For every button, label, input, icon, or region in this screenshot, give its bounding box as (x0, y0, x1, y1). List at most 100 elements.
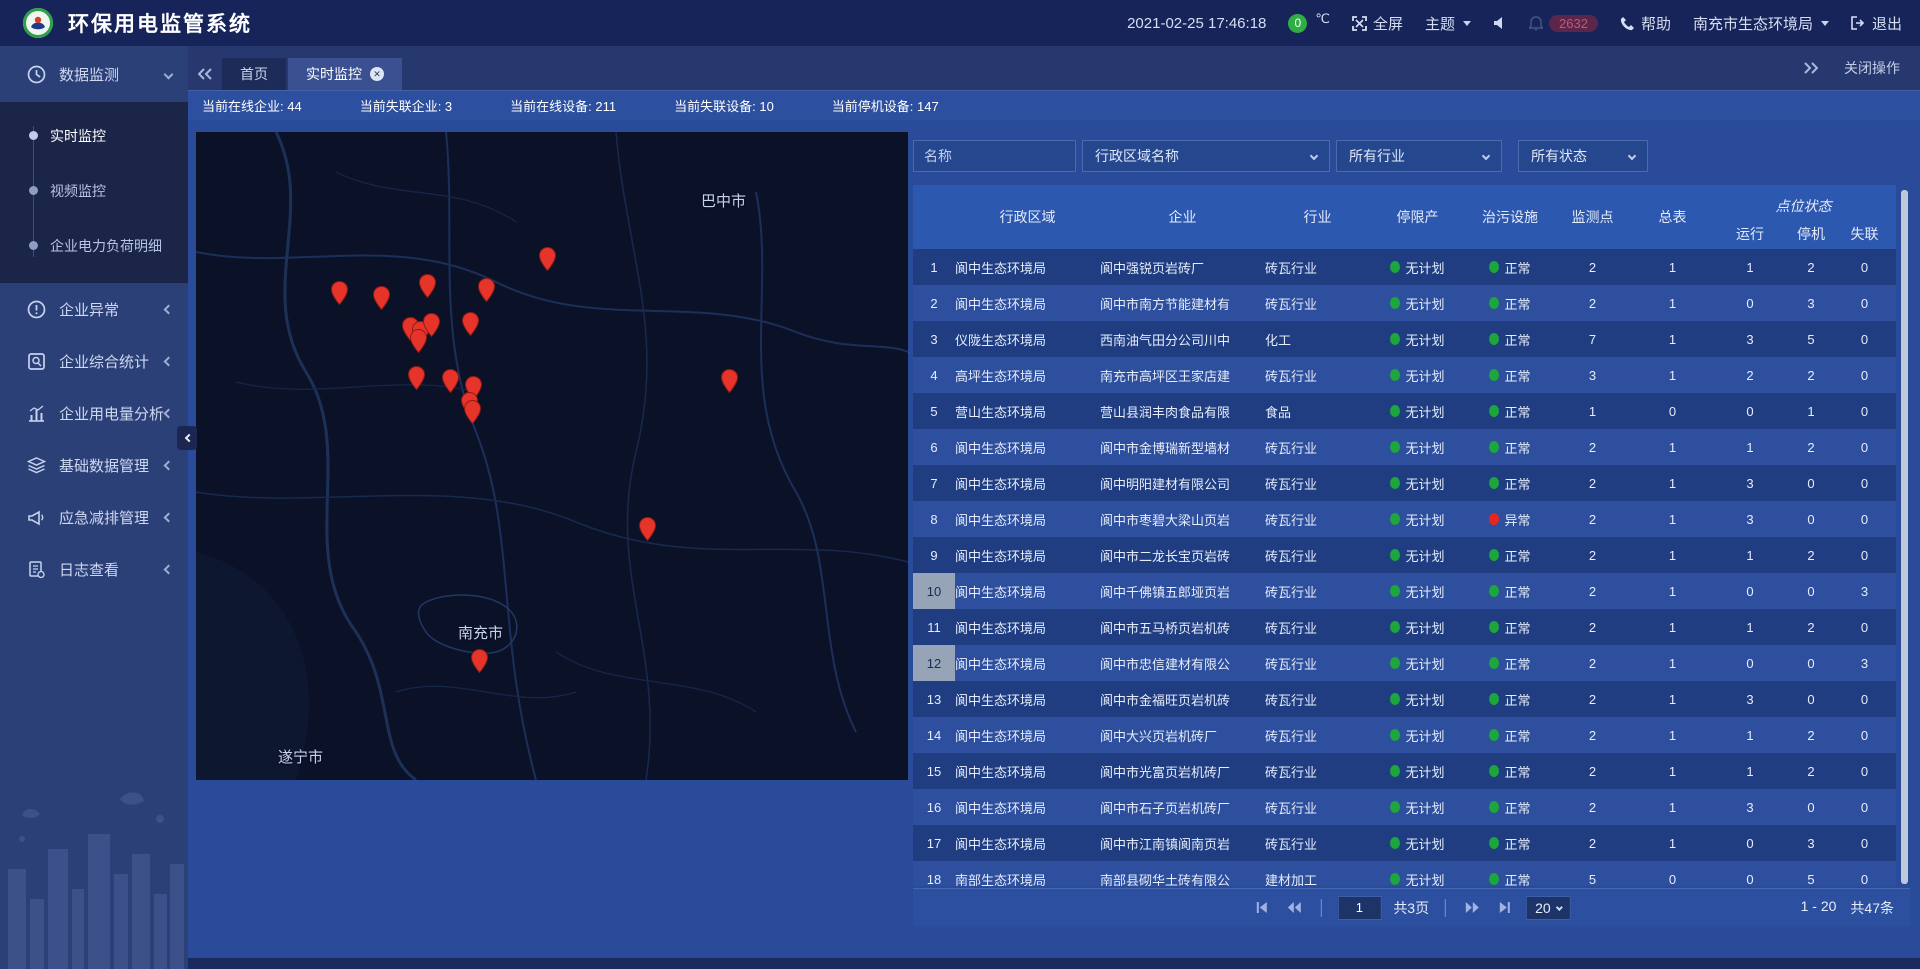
map-pin[interactable] (464, 400, 481, 424)
region-filter-select[interactable]: 行政区域名称 (1082, 140, 1330, 172)
sidebar-item-enterprise-statistics[interactable]: 企业综合统计 (0, 335, 188, 387)
map-panel[interactable]: 巴中市南充市遂宁市 (196, 132, 908, 780)
col-stopped: 停机 (1785, 218, 1837, 249)
table-row[interactable]: 11阆中生态环境局阆中市五马桥页岩机砖砖瓦行业无计划正常21120 (913, 609, 1896, 645)
name-filter-input[interactable] (913, 140, 1076, 172)
cell-industry: 食品 (1265, 393, 1370, 429)
map-pin[interactable] (410, 329, 427, 353)
table-row[interactable]: 9阆中生态环境局阆中市二龙长宝页岩砖砖瓦行业无计划正常21120 (913, 537, 1896, 573)
tabs-scroll-left-button[interactable] (188, 58, 222, 90)
table-row[interactable]: 10阆中生态环境局阆中千佛镇五郎垭页岩砖瓦行业无计划正常21003 (913, 573, 1896, 609)
table-row[interactable]: 13阆中生态环境局阆中市金福旺页岩机砖砖瓦行业无计划正常21300 (913, 681, 1896, 717)
first-page-button[interactable] (1252, 898, 1272, 918)
table-row[interactable]: 16阆中生态环境局阆中市石子页岩机砖厂砖瓦行业无计划正常21300 (913, 789, 1896, 825)
table-row[interactable]: 15阆中生态环境局阆中市光富页岩机砖厂砖瓦行业无计划正常21120 (913, 753, 1896, 789)
table-row[interactable]: 4高坪生态环境局南充市高坪区王家店建砖瓦行业无计划正常31220 (913, 357, 1896, 393)
cell-company: 阆中市金博瑞新型墙材 (1100, 429, 1265, 465)
map-pin[interactable] (331, 281, 348, 305)
sidebar-item-video-monitoring[interactable]: 视频监控 (0, 163, 188, 218)
cell-stopped: 2 (1785, 753, 1837, 789)
status-dot (1390, 801, 1400, 813)
map-pin[interactable] (539, 247, 556, 271)
collapse-sidebar-button[interactable] (177, 426, 197, 450)
sidebar-item-data-monitoring[interactable]: 数据监测 (0, 46, 188, 102)
map-pin[interactable] (471, 649, 488, 673)
logout-button[interactable]: 退出 (1851, 13, 1902, 34)
table-row[interactable]: 7阆中生态环境局阆中明阳建材有限公司砖瓦行业无计划正常21300 (913, 465, 1896, 501)
header-bar: 环保用电监管系统 2021-02-25 17:46:18 0 ℃ 全屏 主题 (0, 0, 1920, 46)
cell-stopped: 2 (1785, 609, 1837, 645)
mute-button[interactable] (1493, 16, 1507, 30)
map-pin[interactable] (442, 369, 459, 393)
map-pin[interactable] (373, 286, 390, 310)
col-limit-production: 停限产 (1370, 185, 1465, 249)
double-chevron-right-icon[interactable] (1804, 62, 1818, 74)
map-pin[interactable] (721, 369, 738, 393)
map-pin[interactable] (462, 312, 479, 336)
cell-company: 阆中强锐页岩砖厂 (1100, 249, 1265, 285)
sidebar-item-log-view[interactable]: 日志查看 (0, 543, 188, 595)
cell-stopped: 2 (1785, 429, 1837, 465)
table-row[interactable]: 5营山生态环境局营山县润丰肉食品有限食品无计划正常10010 (913, 393, 1896, 429)
table-row[interactable]: 6阆中生态环境局阆中市金博瑞新型墙材砖瓦行业无计划正常21120 (913, 429, 1896, 465)
table-row[interactable]: 17阆中生态环境局阆中市江南镇阆南页岩砖瓦行业无计划正常21030 (913, 825, 1896, 861)
industry-filter-select[interactable]: 所有行业 (1336, 140, 1502, 172)
sidebar-item-emergency-reduction[interactable]: 应急减排管理 (0, 491, 188, 543)
org-menu[interactable]: 南充市生态环境局 (1693, 13, 1829, 34)
cell-total-meters: 1 (1630, 501, 1715, 537)
chevron-left-icon (164, 512, 174, 522)
table-row[interactable]: 2阆中生态环境局阆中市南方节能建材有砖瓦行业无计划正常21030 (913, 285, 1896, 321)
cell-company: 阆中大兴页岩机砖厂 (1100, 717, 1265, 753)
cell-total-meters: 1 (1630, 429, 1715, 465)
cell-company: 南充市高坪区王家店建 (1100, 357, 1265, 393)
table-scrollbar[interactable] (1901, 190, 1908, 884)
last-page-button[interactable] (1494, 898, 1514, 918)
cell-running: 1 (1715, 249, 1785, 285)
map-pin[interactable] (408, 366, 425, 390)
page-input[interactable] (1337, 896, 1381, 920)
cell-monitor-points: 2 (1555, 645, 1630, 681)
table-row[interactable]: 3仪陇生态环境局西南油气田分公司川中化工无计划正常71350 (913, 321, 1896, 357)
cell-stopped: 2 (1785, 717, 1837, 753)
prev-page-button[interactable] (1284, 898, 1304, 918)
cell-running: 3 (1715, 681, 1785, 717)
cell-row-number: 4 (913, 357, 955, 393)
cell-total-meters: 1 (1630, 465, 1715, 501)
close-operations-button[interactable]: 关闭操作 (1844, 58, 1900, 78)
table-row[interactable]: 8阆中生态环境局阆中市枣碧大梁山页岩砖瓦行业无计划异常21300 (913, 501, 1896, 537)
cell-limit-production: 无计划 (1370, 465, 1465, 501)
stat-item: 当前失联企业: 3 (360, 96, 452, 115)
layers-icon (27, 456, 46, 475)
map-pin[interactable] (639, 517, 656, 541)
status-dot (1390, 693, 1400, 705)
cell-pollution-facility: 正常 (1465, 537, 1555, 573)
cell-total-meters: 0 (1630, 393, 1715, 429)
sidebar-item-power-analysis[interactable]: 企业用电量分析 (0, 387, 188, 439)
sidebar-item-base-data[interactable]: 基础数据管理 (0, 439, 188, 491)
tab-realtime-monitoring[interactable]: 实时监控 ✕ (288, 58, 402, 90)
cell-region: 阆中生态环境局 (955, 429, 1100, 465)
status-filter-select[interactable]: 所有状态 (1518, 140, 1648, 172)
cell-row-number: 1 (913, 249, 955, 285)
map-pin[interactable] (419, 274, 436, 298)
sidebar-item-realtime-monitoring[interactable]: 实时监控 (0, 108, 188, 163)
cell-stopped: 0 (1785, 681, 1837, 717)
table-row[interactable]: 14阆中生态环境局阆中大兴页岩机砖厂砖瓦行业无计划正常21120 (913, 717, 1896, 753)
sidebar-item-enterprise-abnormal[interactable]: 企业异常 (0, 283, 188, 335)
table-row[interactable]: 12阆中生态环境局阆中市忠信建材有限公砖瓦行业无计划正常21003 (913, 645, 1896, 681)
table-row[interactable]: 1阆中生态环境局阆中强锐页岩砖厂砖瓦行业无计划正常21120 (913, 249, 1896, 285)
fullscreen-button[interactable]: 全屏 (1352, 13, 1403, 34)
sidebar-item-power-load-detail[interactable]: 企业电力负荷明细 (0, 218, 188, 273)
page-size-select[interactable]: 20 (1526, 896, 1571, 920)
next-page-button[interactable] (1462, 898, 1482, 918)
notifications-button[interactable]: 2632 (1529, 15, 1598, 32)
tab-close-icon[interactable]: ✕ (370, 67, 384, 81)
table-row[interactable]: 18南部生态环境局南部县砌华土砖有限公建材加工无计划正常50050 (913, 861, 1896, 886)
tab-home[interactable]: 首页 (222, 58, 286, 90)
help-button[interactable]: 帮助 (1620, 13, 1671, 34)
theme-button[interactable]: 主题 (1425, 13, 1471, 34)
cell-limit-production: 无计划 (1370, 681, 1465, 717)
map-pin[interactable] (478, 278, 495, 302)
cell-total-meters: 1 (1630, 249, 1715, 285)
enterprise-panel: 行政区域名称 所有行业 所有状态 行政区域 企业 行业 停限产 治污设施 监测点… (913, 120, 1910, 932)
